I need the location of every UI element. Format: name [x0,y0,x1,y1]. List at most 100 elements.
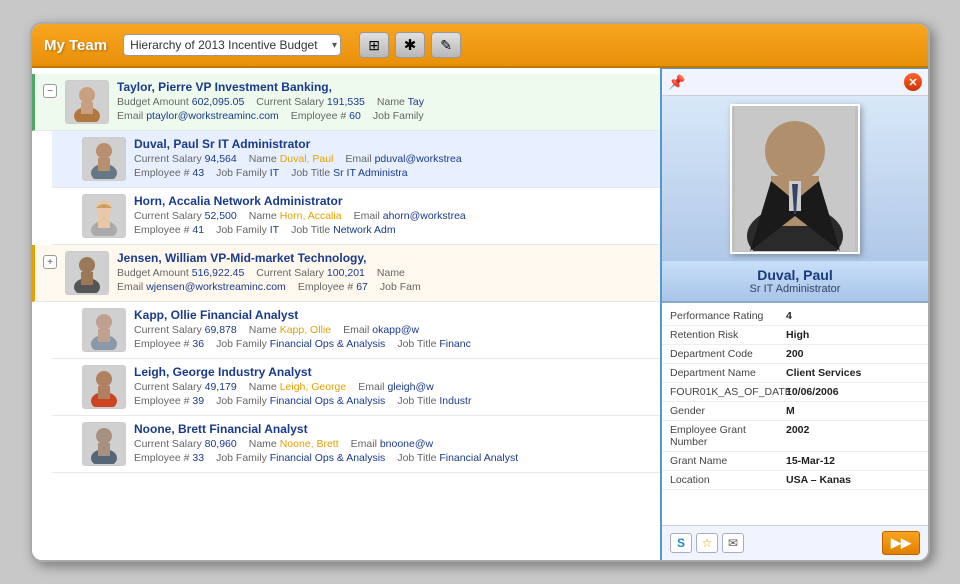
field-label: Budget Amount 602,095.05 [117,96,244,108]
content-area: − Taylor, Pierre VP Investment Banking, … [32,68,928,560]
list-item[interactable]: Leigh, George Industry Analyst Current S… [52,359,660,416]
member-fields: Current Salary 52,500 Name Horn, Accalia… [134,210,652,222]
pin-icon: 📌 [668,74,685,91]
field-label: Current Salary 52,500 [134,210,237,222]
page-title: My Team [44,37,107,54]
detail-photo-area [662,96,928,261]
field-label: Employee # 39 [134,395,204,407]
field-label: Name Horn, Accalia [249,210,342,222]
member-info: Kapp, Ollie Financial Analyst Current Sa… [134,308,652,350]
field-label: Name [377,267,405,279]
field-value: 200 [786,348,920,360]
field-label: Current Salary 80,960 [134,438,237,450]
field-label: Department Code [670,348,780,360]
field-label: Job Title Sr IT Administra [291,167,408,179]
field-label: Name Noone, Brett [249,438,339,450]
field-label: Current Salary 191,535 [256,96,365,108]
member-info: Duval, Paul Sr IT Administrator Current … [134,137,652,179]
field-label: FOUR01K_AS_OF_DATE [670,386,780,398]
field-label: Employee # 41 [134,224,204,236]
member-info: Jensen, William VP-Mid-market Technology… [117,251,652,293]
field-label: Name Tay [377,96,424,108]
workstream-button[interactable]: S [670,533,692,553]
field-value: 15-Mar-12 [786,455,920,467]
field-label: Job Title Financial Analyst [397,452,518,464]
member-name: Duval, Paul Sr IT Administrator [134,137,652,151]
list-item[interactable]: − Taylor, Pierre VP Investment Banking, … [32,74,660,131]
main-container: My Team Hierarchy of 2013 Incentive Budg… [30,22,930,562]
avatar [82,308,126,352]
member-name: Kapp, Ollie Financial Analyst [134,308,652,322]
member-fields: Current Salary 94,564 Name Duval, Paul E… [134,153,652,165]
list-item[interactable]: Noone, Brett Financial Analyst Current S… [52,416,660,473]
member-fields: Current Salary 49,179 Name Leigh, George… [134,381,652,393]
grid-icon: ⊞ [368,37,380,54]
field-label: Job Family [373,110,424,122]
member-info: Noone, Brett Financial Analyst Current S… [134,422,652,464]
field-label: Current Salary 100,201 [256,267,365,279]
field-label: Job Title Network Adm [291,224,395,236]
field-label: Email ahorn@workstrea [354,210,466,222]
field-label: Grant Name [670,455,780,467]
detail-field-row: Gender M [662,402,928,421]
detail-field-row: Retention Risk High [662,326,928,345]
field-label: Employee # 36 [134,338,204,350]
avatar [82,365,126,409]
next-button[interactable]: ▶▶ [882,531,920,555]
list-item[interactable]: Duval, Paul Sr IT Administrator Current … [52,131,660,188]
field-value: 10/06/2006 [786,386,920,398]
field-label: Email pduval@workstrea [345,153,461,165]
member-name: Horn, Accalia Network Administrator [134,194,652,208]
header-bar: My Team Hierarchy of 2013 Incentive Budg… [32,24,928,68]
field-value: High [786,329,920,341]
team-list[interactable]: − Taylor, Pierre VP Investment Banking, … [32,68,660,560]
field-label: Budget Amount 516,922.45 [117,267,244,279]
member-fields: Budget Amount 602,095.05 Current Salary … [117,96,652,108]
hierarchy-dropdown-container: Hierarchy of 2013 Incentive Budget 2013 … [123,34,341,56]
member-fields-2: Employee # 41 Job Family IT Job Title Ne… [134,224,652,236]
grid-view-button[interactable]: ⊞ [359,32,389,58]
member-fields-2: Employee # 33 Job Family Financial Ops &… [134,452,652,464]
avatar [65,80,109,124]
avatar [65,251,109,295]
member-fields-2: Employee # 43 Job Family IT Job Title Sr… [134,167,652,179]
member-fields-2: Employee # 36 Job Family Financial Ops &… [134,338,652,350]
field-label: Email bnoone@w [351,438,433,450]
field-label: Name Duval, Paul [249,153,334,165]
member-info: Leigh, George Industry Analyst Current S… [134,365,652,407]
settings-button[interactable]: ✱ [395,32,425,58]
hierarchy-dropdown[interactable]: Hierarchy of 2013 Incentive Budget 2013 … [123,34,341,56]
field-label: Employee # 60 [291,110,361,122]
field-label: Retention Risk [670,329,780,341]
field-value: Client Services [786,367,920,379]
member-name: Noone, Brett Financial Analyst [134,422,652,436]
field-label: Job Family IT [216,224,279,236]
list-item[interactable]: Kapp, Ollie Financial Analyst Current Sa… [52,302,660,359]
field-label: Email okapp@w [343,324,419,336]
collapse-button[interactable]: + [43,255,57,269]
member-name: Taylor, Pierre VP Investment Banking, [117,80,652,94]
detail-close-button[interactable]: ✕ [904,73,922,91]
detail-field-row: Employee Grant Number 2002 [662,421,928,452]
field-value: 2002 [786,424,920,448]
detail-fields: Performance Rating 4 Retention Risk High… [662,303,928,525]
star-button[interactable]: ☆ [696,533,718,553]
member-fields-2: Email ptaylor@workstreaminc.com Employee… [117,110,652,122]
field-label: Gender [670,405,780,417]
edit-button[interactable]: ✎ [431,32,461,58]
field-value: 4 [786,310,920,322]
field-label: Department Name [670,367,780,379]
detail-full-name: Duval, Paul [672,267,918,283]
list-item[interactable]: Horn, Accalia Network Administrator Curr… [52,188,660,245]
detail-field-row: Department Name Client Services [662,364,928,383]
email-button[interactable]: ✉ [722,533,744,553]
detail-person-title: Sr IT Administrator [672,283,918,295]
collapse-button[interactable]: − [43,84,57,98]
field-label: Current Salary 69,878 [134,324,237,336]
list-item[interactable]: + Jensen, William VP-Mid-market Technolo… [32,245,660,302]
detail-panel: 📌 ✕ [660,68,928,560]
member-fields-2: Employee # 39 Job Family Financial Ops &… [134,395,652,407]
field-label: Current Salary 94,564 [134,153,237,165]
detail-field-row: Location USA – Kanas [662,471,928,490]
member-info: Horn, Accalia Network Administrator Curr… [134,194,652,236]
